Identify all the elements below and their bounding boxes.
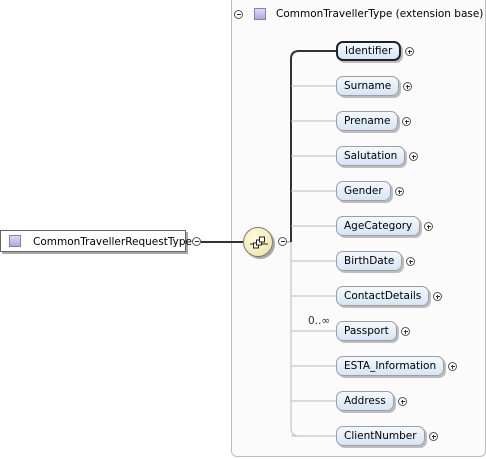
element-node[interactable]: ClientNumber xyxy=(336,426,425,446)
expand-element-icon[interactable] xyxy=(398,397,407,406)
collapse-sequence-icon[interactable] xyxy=(278,237,287,246)
expand-element-icon[interactable] xyxy=(403,82,412,91)
element-node[interactable]: Identifier xyxy=(336,41,402,61)
expand-element-icon[interactable] xyxy=(424,222,433,231)
expand-element-icon[interactable] xyxy=(395,187,404,196)
element-node[interactable]: Surname xyxy=(336,76,400,96)
element-node[interactable]: BirthDate xyxy=(336,251,403,271)
expand-element-icon[interactable] xyxy=(429,432,438,441)
sequence-compositor[interactable] xyxy=(243,227,273,257)
root-type-box[interactable]: CommonTravellerRequestType xyxy=(0,230,192,252)
expand-element-icon[interactable] xyxy=(433,292,442,301)
element-node[interactable]: Gender xyxy=(336,181,391,201)
element-node[interactable]: Passport xyxy=(336,321,397,341)
expand-element-icon[interactable] xyxy=(402,117,411,126)
expand-element-icon[interactable] xyxy=(405,47,414,56)
element-node[interactable]: Address xyxy=(336,391,394,411)
element-node[interactable]: AgeCategory xyxy=(336,216,421,236)
element-node[interactable]: Prename xyxy=(336,111,399,131)
element-node[interactable]: ESTA_Information xyxy=(336,356,445,376)
occurrence-label: 0..∞ xyxy=(308,315,331,327)
expand-element-icon[interactable] xyxy=(401,327,410,336)
root-type-label: CommonTravellerRequestType xyxy=(33,236,192,248)
collapse-root-icon[interactable] xyxy=(192,237,201,246)
expand-element-icon[interactable] xyxy=(448,362,457,371)
expand-element-icon[interactable] xyxy=(409,152,418,161)
element-node[interactable]: ContactDetails xyxy=(336,286,430,306)
element-node[interactable]: Salutation xyxy=(336,146,406,166)
sequence-compositor-icon xyxy=(250,236,268,249)
expand-element-icon[interactable] xyxy=(406,257,415,266)
root-type-icon xyxy=(9,235,21,247)
